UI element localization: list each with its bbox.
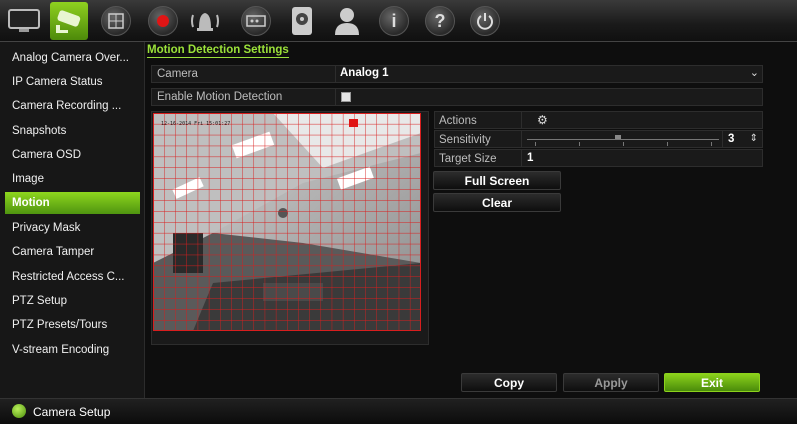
full-screen-button[interactable]: Full Screen (433, 171, 561, 190)
sensitivity-slider[interactable] (527, 133, 719, 147)
alarm-icon[interactable] (186, 3, 224, 39)
sidebar-item-camera-osd[interactable]: Camera OSD (5, 144, 140, 166)
motion-grid-image[interactable]: 12-16-2014 Fri 15:01:27 (153, 113, 421, 331)
storage-icon[interactable] (283, 3, 321, 39)
actions-row: Actions ⚙ (434, 111, 763, 129)
sidebar-item-snapshots[interactable]: Snapshots (5, 120, 140, 142)
sidebar: Analog Camera Over... IP Camera Status C… (0, 42, 145, 398)
info-icon[interactable]: i (375, 3, 413, 39)
osd-timestamp: 12-16-2014 Fri 15:01:27 (161, 121, 231, 127)
sidebar-item-ip-camera-status[interactable]: IP Camera Status (5, 71, 140, 93)
help-icon[interactable]: ? (421, 3, 459, 39)
record-icon[interactable] (144, 3, 182, 39)
page-title: Motion Detection Settings (147, 44, 289, 58)
target-size-row: Target Size 1 (434, 149, 763, 167)
chevron-down-icon: ⌄ (749, 67, 759, 79)
camera-preview[interactable]: 12-16-2014 Fri 15:01:27 (151, 111, 429, 345)
sidebar-item-motion[interactable]: Motion (5, 192, 140, 214)
sensitivity-label: Sensitivity (439, 134, 491, 146)
enable-motion-checkbox[interactable] (341, 92, 351, 102)
stepper-icon[interactable]: ⇕ (750, 133, 758, 144)
exit-button[interactable]: Exit (664, 373, 760, 392)
camera-row: Camera Analog 1 ⌄ (151, 65, 763, 83)
enable-motion-label: Enable Motion Detection (157, 91, 283, 103)
top-toolbar: i ? (0, 0, 797, 42)
target-size-label: Target Size (439, 153, 497, 165)
apply-button[interactable]: Apply (563, 373, 659, 392)
sidebar-item-privacy-mask[interactable]: Privacy Mask (5, 217, 140, 239)
sidebar-item-ptz-presets-tours[interactable]: PTZ Presets/Tours (5, 314, 140, 336)
clear-button[interactable]: Clear (433, 193, 561, 212)
display-icon[interactable] (5, 3, 43, 39)
status-text: Camera Setup (33, 405, 111, 419)
user-icon[interactable] (328, 3, 366, 39)
sidebar-item-analog-camera-overview[interactable]: Analog Camera Over... (5, 47, 140, 69)
sensitivity-value[interactable]: 3 (728, 133, 734, 145)
camera-icon[interactable] (50, 2, 88, 40)
sidebar-item-ptz-setup[interactable]: PTZ Setup (5, 290, 140, 312)
enable-motion-row: Enable Motion Detection (151, 88, 763, 106)
sensitivity-row: Sensitivity 3 ⇕ (434, 130, 763, 148)
main-panel: Motion Detection Settings Camera Analog … (145, 42, 797, 398)
camera-setup-icon (12, 404, 26, 418)
sidebar-item-camera-recording[interactable]: Camera Recording ... (5, 95, 140, 117)
power-icon[interactable] (466, 3, 504, 39)
camera-label: Camera (157, 68, 198, 80)
sidebar-item-camera-tamper[interactable]: Camera Tamper (5, 241, 140, 263)
sidebar-item-v-stream-encoding[interactable]: V-stream Encoding (5, 339, 140, 361)
copy-button[interactable]: Copy (461, 373, 557, 392)
camera-select-value: Analog 1 (340, 67, 389, 79)
target-size-input[interactable]: 1 (527, 152, 533, 164)
camera-select[interactable]: Analog 1 ⌄ (336, 66, 762, 82)
sidebar-item-image[interactable]: Image (5, 168, 140, 190)
actions-gear-icon[interactable]: ⚙ (537, 113, 548, 127)
status-bar: Camera Setup (0, 398, 797, 424)
sidebar-item-restricted-access[interactable]: Restricted Access C... (5, 266, 140, 288)
network-icon[interactable] (97, 3, 135, 39)
actions-label: Actions (439, 115, 477, 127)
device-icon[interactable] (237, 3, 275, 39)
